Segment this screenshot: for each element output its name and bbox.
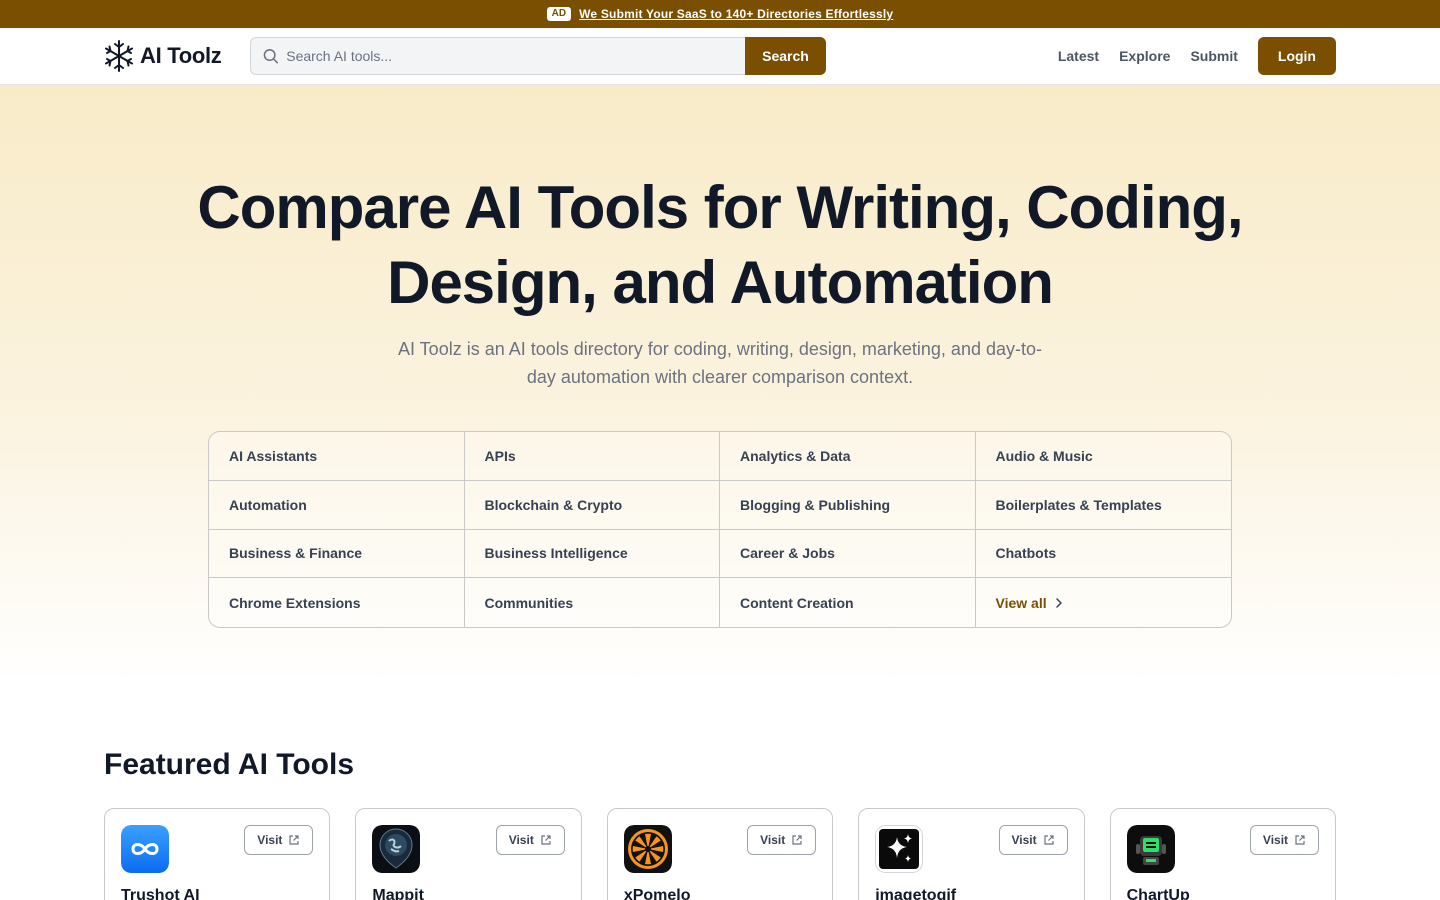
nav-latest[interactable]: Latest	[1058, 48, 1099, 64]
tool-logo	[875, 825, 924, 873]
external-link-icon	[792, 835, 802, 845]
tool-logo	[121, 825, 169, 873]
chevron-right-icon	[1055, 597, 1062, 608]
logo-text: AI Toolz	[140, 43, 222, 68]
visit-button[interactable]: Visit	[495, 825, 565, 855]
login-button[interactable]: Login	[1257, 37, 1336, 75]
category-link[interactable]: APIs	[464, 432, 720, 481]
hero-section: Compare AI Tools for Writing, Coding, De…	[0, 85, 1440, 685]
nav-explore[interactable]: Explore	[1119, 48, 1170, 64]
external-link-icon	[541, 835, 551, 845]
visit-label: Visit	[1011, 833, 1037, 847]
external-link-icon	[1295, 835, 1305, 845]
visit-button[interactable]: Visit	[998, 825, 1068, 855]
visit-button[interactable]: Visit	[1249, 825, 1320, 855]
search-icon	[263, 49, 279, 64]
robot-icon	[1126, 825, 1175, 873]
category-link[interactable]: Blockchain & Crypto	[464, 480, 720, 530]
tool-logo	[372, 825, 421, 873]
category-link[interactable]: Business & Finance	[209, 529, 465, 579]
category-link[interactable]: Content Creation	[720, 578, 976, 627]
tool-name: ChartUp	[1126, 887, 1190, 900]
visit-button[interactable]: Visit	[747, 825, 817, 855]
featured-cards: Visit Trushot AI Visit Mappit Visit xPom…	[104, 808, 1337, 900]
hero-title: Compare AI Tools for Writing, Coding, De…	[197, 174, 1243, 316]
category-link[interactable]: Business Intelligence	[464, 529, 720, 579]
category-link[interactable]: Blogging & Publishing	[720, 480, 976, 530]
search-bar: Search	[250, 37, 826, 75]
sparkle-icon	[875, 825, 924, 873]
featured-title: Featured AI Tools	[104, 748, 355, 781]
ad-badge: AD	[546, 7, 572, 21]
citrus-icon	[623, 825, 672, 873]
category-link[interactable]: Audio & Music	[975, 432, 1231, 481]
hero-subtitle: AI Toolz is an AI tools directory for co…	[398, 339, 1042, 387]
tool-card[interactable]: Visit imagetogif	[858, 808, 1085, 900]
tool-card[interactable]: Visit xPomelo	[606, 808, 834, 900]
visit-label: Visit	[257, 833, 283, 847]
category-link[interactable]: AI Assistants	[209, 432, 465, 481]
tool-logo	[623, 825, 672, 873]
ad-banner: AD We Submit Your SaaS to 140+ Directori…	[0, 0, 1440, 28]
logo[interactable]: AI Toolz	[104, 40, 222, 72]
category-link[interactable]: Boilerplates & Templates	[975, 481, 1231, 530]
tool-name: imagetogif	[875, 887, 957, 900]
infinity-icon	[121, 825, 169, 873]
visit-label: Visit	[508, 833, 534, 847]
category-link[interactable]: Career & Jobs	[720, 529, 976, 579]
tool-name: Trushot AI	[121, 887, 200, 900]
tool-card[interactable]: Visit Mappit	[355, 808, 582, 900]
globe-icon	[372, 825, 421, 873]
search-input[interactable]	[286, 48, 745, 64]
snowflake-icon	[105, 40, 133, 72]
category-link[interactable]: Communities	[465, 578, 720, 627]
search-box	[250, 37, 745, 75]
tool-card[interactable]: Visit ChartUp	[1109, 808, 1337, 900]
header: AI Toolz Search Latest Explore Submit Lo…	[0, 28, 1440, 85]
visit-button[interactable]: Visit	[244, 825, 314, 855]
tool-logo	[1126, 825, 1175, 873]
external-link-icon	[289, 835, 300, 845]
external-link-icon	[1044, 835, 1054, 845]
category-link[interactable]: Analytics & Data	[720, 432, 976, 481]
category-link[interactable]: Chatbots	[975, 530, 1231, 579]
category-link[interactable]: Automation	[209, 480, 465, 530]
view-all-link[interactable]: View all	[976, 578, 1232, 627]
category-grid: AI Assistants APIs Analytics & Data Audi…	[208, 431, 1232, 628]
tool-name: xPomelo	[623, 887, 691, 900]
top-nav: Latest Explore Submit Login	[1058, 37, 1336, 75]
category-link[interactable]: Chrome Extensions	[209, 578, 465, 627]
visit-label: Visit	[760, 833, 786, 847]
tool-card[interactable]: Visit Trushot AI	[104, 808, 331, 900]
view-all-label: View all	[995, 594, 1047, 611]
tool-name: Mappit	[372, 887, 424, 900]
visit-label: Visit	[1262, 833, 1289, 847]
nav-submit[interactable]: Submit	[1190, 48, 1237, 64]
search-button[interactable]: Search	[745, 37, 826, 75]
ad-link[interactable]: We Submit Your SaaS to 140+ Directories …	[579, 7, 893, 21]
